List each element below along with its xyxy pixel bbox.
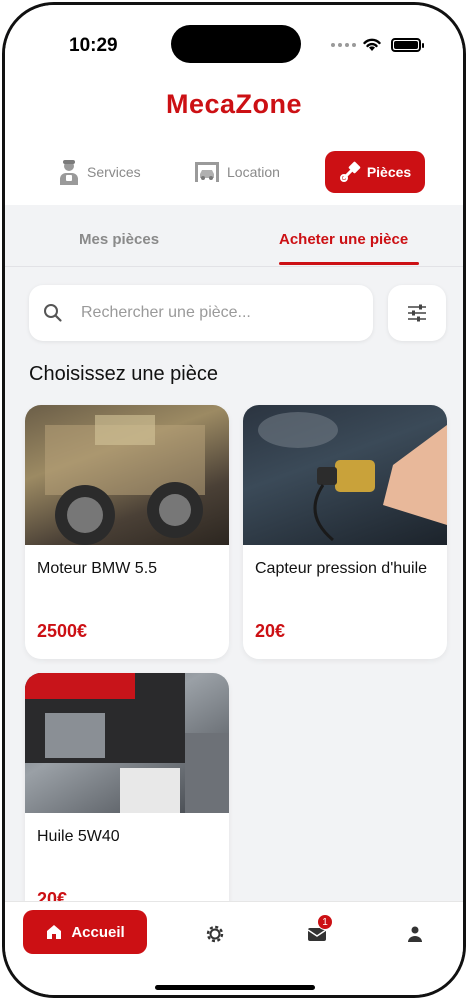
- app-title: MecaZone: [165, 89, 303, 119]
- dynamic-island: [171, 25, 301, 63]
- search-bar: [29, 285, 373, 341]
- notification-badge: 1: [317, 914, 333, 930]
- section-title: Choisissez une pièce: [29, 363, 218, 385]
- tab-acheter-une-piece[interactable]: Acheter une pièce: [279, 231, 408, 248]
- nav-profile-button[interactable]: [401, 920, 429, 948]
- product-card[interactable]: Moteur BMW 5.5 2500€: [25, 405, 229, 659]
- tab-location-label: Location: [227, 164, 280, 180]
- piston-icon: [339, 161, 361, 182]
- sub-tab-bar: Mes pièces Acheter une pièce: [5, 205, 463, 267]
- search-input[interactable]: [81, 304, 321, 322]
- oil-pressure-sensor-photo: [243, 405, 447, 545]
- mechanic-icon: [60, 160, 78, 185]
- active-tab-indicator: [279, 262, 419, 265]
- product-name: Huile 5W40: [37, 828, 120, 845]
- product-name: Capteur pression d'huile: [255, 560, 428, 577]
- engine-photo: [25, 405, 229, 545]
- product-name: Moteur BMW 5.5: [37, 560, 158, 577]
- tab-services[interactable]: Services: [57, 151, 141, 193]
- tab-mes-pieces[interactable]: Mes pièces: [79, 231, 159, 248]
- product-price: 20€: [255, 621, 286, 641]
- oil-can-photo: [25, 673, 229, 813]
- nav-home-button[interactable]: Accueil: [23, 910, 147, 954]
- tab-location[interactable]: Location: [193, 151, 280, 193]
- bottom-nav: Accueil 1: [5, 901, 463, 995]
- filter-button[interactable]: [388, 285, 446, 341]
- nav-home-label: Accueil: [71, 923, 125, 941]
- profile-icon: [408, 926, 422, 942]
- sliders-icon: [408, 304, 426, 322]
- home-icon: [47, 925, 62, 939]
- nav-messages-button[interactable]: 1: [303, 914, 333, 948]
- phone-frame: 10:29 MecaZone Services Location Pièces …: [2, 2, 466, 998]
- signal-icon: [331, 43, 356, 47]
- product-card[interactable]: Huile 5W40 20€: [25, 673, 229, 927]
- tab-services-label: Services: [87, 164, 141, 180]
- product-price: 2500€: [37, 621, 88, 641]
- tab-pieces[interactable]: Pièces: [325, 151, 425, 193]
- status-time: 10:29: [69, 35, 118, 56]
- search-icon: [44, 304, 62, 322]
- nav-settings-button[interactable]: [201, 920, 229, 948]
- settings-icon: [206, 925, 224, 943]
- product-card[interactable]: Capteur pression d'huile 20€: [243, 405, 447, 659]
- wifi-icon: [361, 35, 383, 58]
- car-lift-icon: [195, 162, 219, 182]
- home-indicator: [155, 985, 315, 990]
- tab-pieces-label: Pièces: [366, 164, 412, 180]
- battery-icon: [391, 38, 424, 52]
